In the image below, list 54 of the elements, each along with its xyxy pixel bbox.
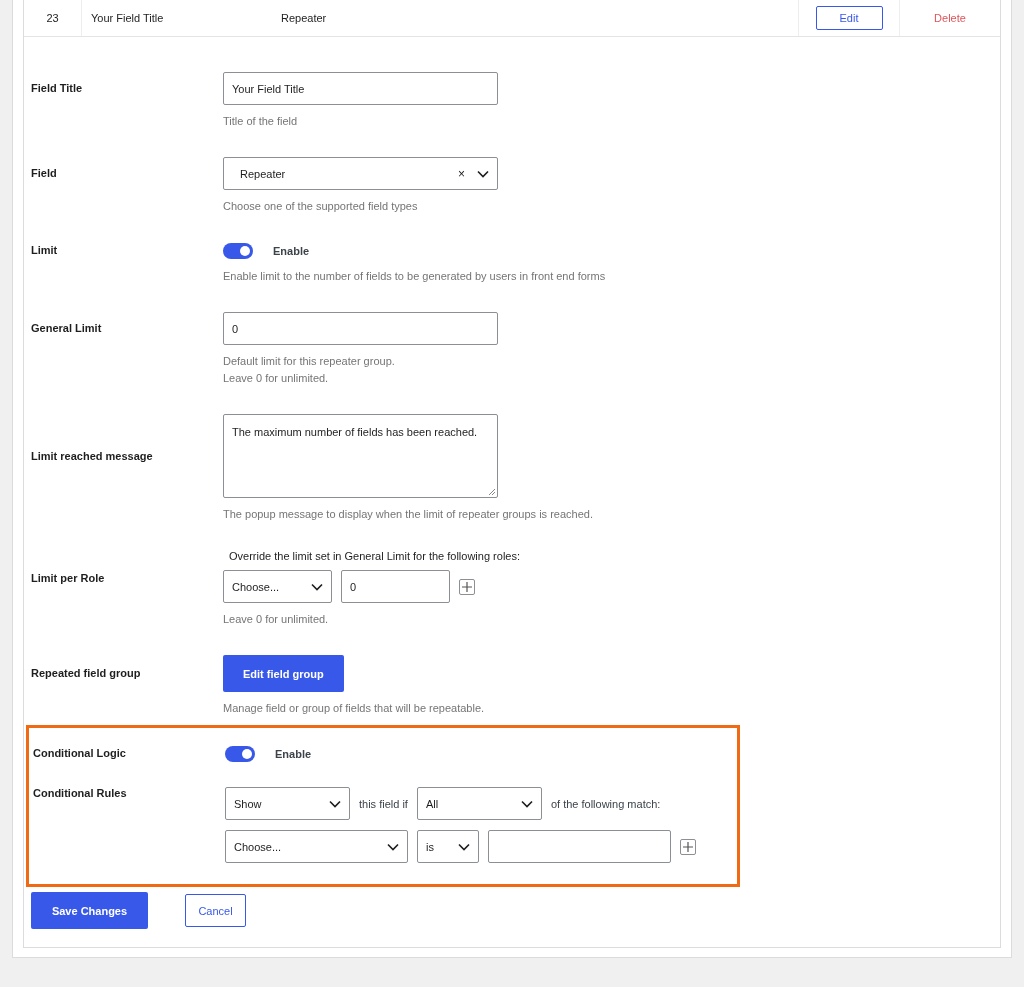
edit-button[interactable]: Edit bbox=[815, 6, 883, 30]
help-text: Choose one of the supported field types bbox=[223, 199, 419, 214]
action-select[interactable]: Show bbox=[225, 787, 350, 820]
text-field[interactable]: Your Field Title bbox=[223, 72, 498, 105]
field-select[interactable]: Choose... bbox=[225, 830, 408, 863]
chevron-down-icon bbox=[458, 842, 470, 851]
add-button[interactable] bbox=[680, 838, 696, 855]
chevron-down-icon bbox=[520, 799, 533, 808]
help-text: Enable limit to the number of fields to be generated by users in front end forms bbox=[223, 269, 607, 284]
limit-field[interactable]: 0 bbox=[341, 570, 450, 603]
help-text: Manage field or group of fields that will be repeatable. bbox=[223, 701, 486, 716]
help-text: Leave 0 for unlimited. bbox=[223, 612, 330, 627]
resize-grip-icon[interactable] bbox=[488, 488, 496, 496]
field-type-cell: Repeater bbox=[281, 12, 327, 24]
plus-icon bbox=[462, 581, 472, 592]
field-label: Field bbox=[31, 166, 58, 179]
chevron-down-icon bbox=[477, 169, 489, 178]
intro-text: Override the limit set in General Limit for the following roles: bbox=[229, 550, 521, 562]
add-button[interactable] bbox=[459, 578, 475, 595]
edit-field-group-button[interactable]: Edit field group bbox=[223, 655, 344, 692]
cancel-button[interactable]: Cancel bbox=[185, 894, 246, 927]
value-field[interactable] bbox=[488, 830, 671, 863]
help-text: Default limit for this repeater group. bbox=[223, 354, 396, 369]
message-textarea[interactable]: The maximum number of fields has been reached. bbox=[223, 414, 498, 498]
field-label: Limit bbox=[31, 243, 59, 256]
help-text: Title of the field bbox=[223, 114, 299, 129]
help-text: Leave 0 for unlimited. bbox=[223, 371, 330, 386]
delete-link[interactable]: Delete bbox=[934, 12, 966, 24]
chevron-down-icon bbox=[387, 842, 399, 851]
select-field[interactable]: Repeater × bbox=[223, 157, 498, 190]
field-label: Conditional Logic bbox=[33, 746, 127, 759]
help-text: The popup message to display when the limit of repeater groups is reached. bbox=[223, 507, 594, 522]
chevron-down-icon bbox=[329, 799, 341, 808]
toggle-label: Enable bbox=[273, 245, 310, 257]
toggle-switch[interactable] bbox=[223, 243, 253, 259]
role-select[interactable]: Choose... bbox=[223, 570, 332, 603]
field-label: Repeated field group bbox=[31, 666, 142, 679]
operator-select[interactable]: is bbox=[417, 830, 479, 863]
toggle-label: Enable bbox=[275, 748, 312, 760]
field-label: Field Title bbox=[31, 81, 84, 94]
text-field[interactable]: 0 bbox=[223, 312, 498, 345]
match-select[interactable]: All bbox=[416, 787, 542, 820]
chevron-down-icon bbox=[311, 582, 323, 591]
row-number: 23 bbox=[24, 0, 82, 36]
rule-text: of the following match: bbox=[550, 797, 661, 810]
plus-icon bbox=[683, 841, 693, 852]
rule-text: this field if bbox=[359, 797, 408, 810]
field-label: General Limit bbox=[31, 321, 103, 334]
field-title-cell-text: Your Field Title bbox=[90, 12, 165, 24]
toggle-switch[interactable] bbox=[225, 746, 255, 762]
save-button[interactable]: Save Changes bbox=[31, 892, 148, 929]
field-label: Conditional Rules bbox=[33, 787, 128, 799]
field-label: Limit per Role bbox=[31, 571, 106, 584]
field-label: Limit reached message bbox=[31, 449, 154, 462]
